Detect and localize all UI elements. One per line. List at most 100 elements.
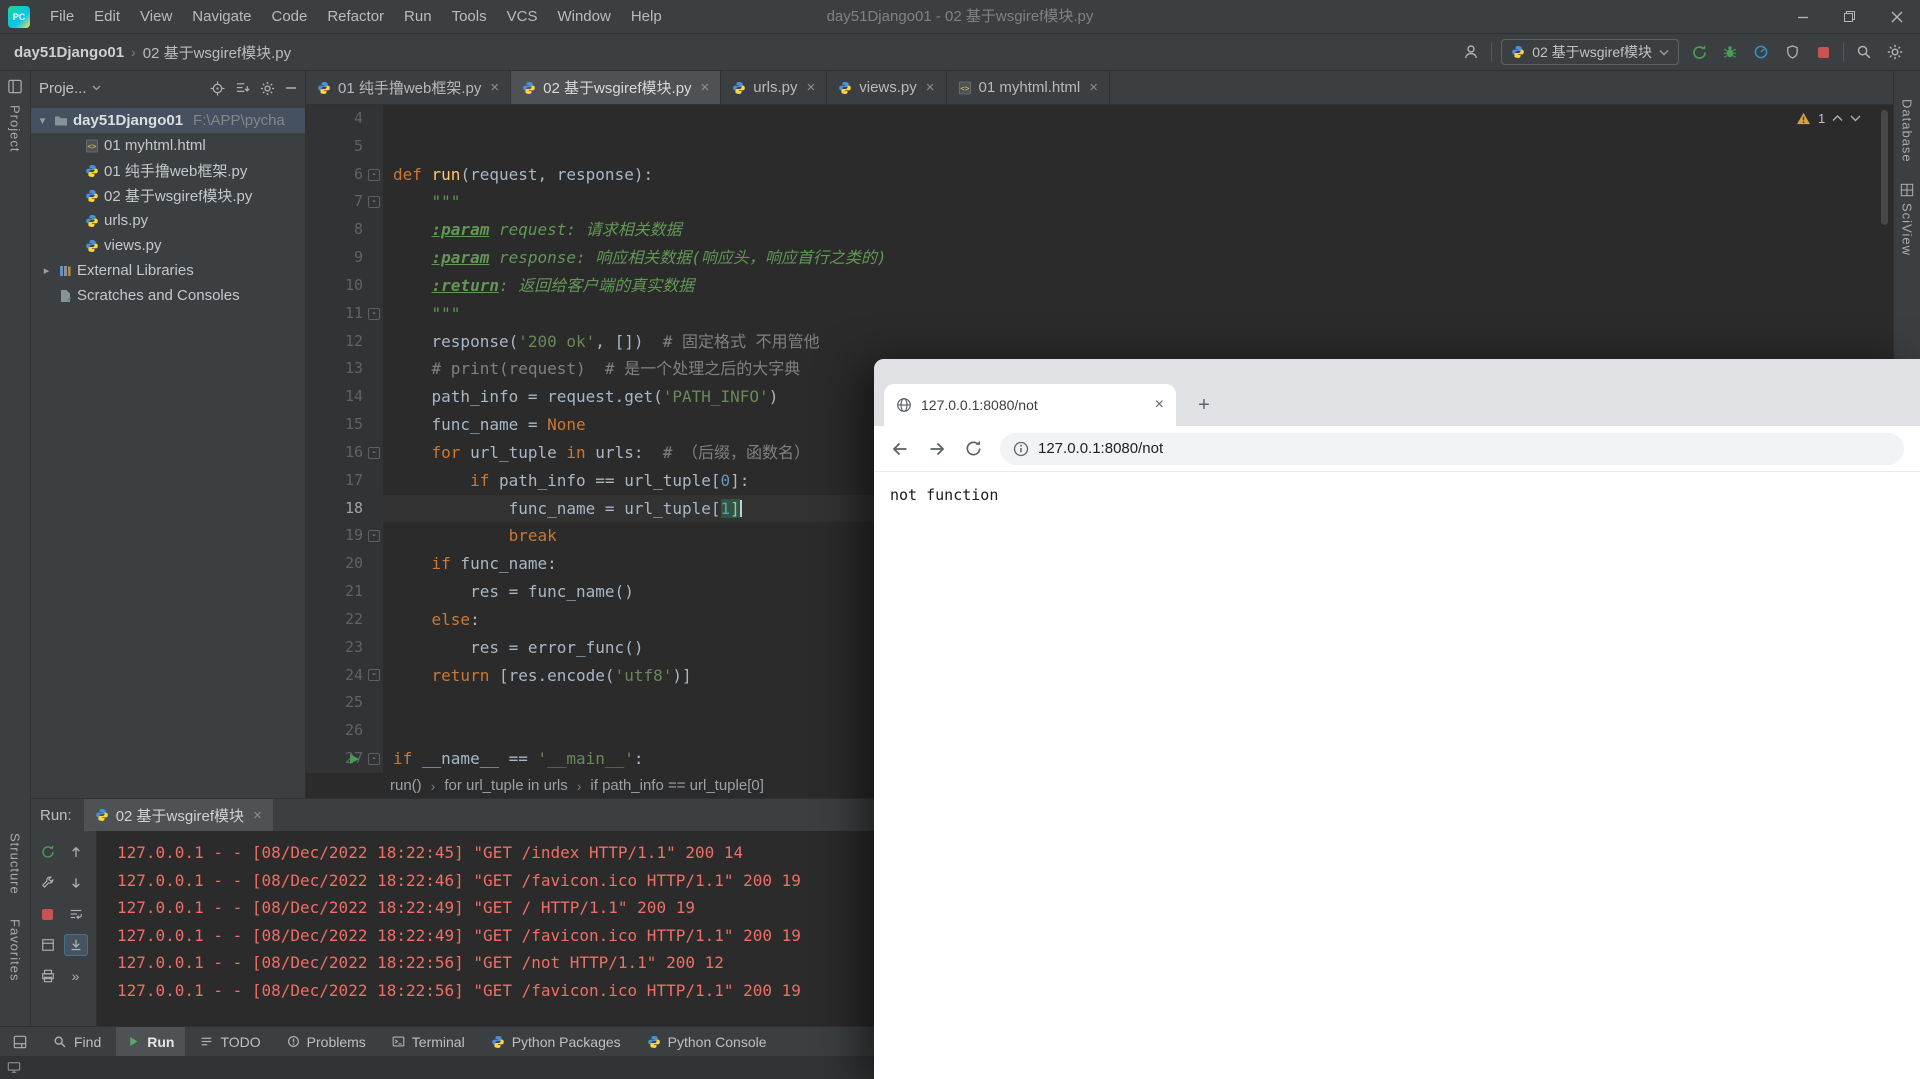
code-line[interactable]: 6 - def run(request, response): xyxy=(306,160,1893,189)
print-icon[interactable] xyxy=(36,965,60,987)
restore-layout-icon[interactable] xyxy=(36,934,60,956)
toolbar-button-terminal[interactable]: Terminal xyxy=(381,1027,476,1057)
scrollbar-thumb[interactable] xyxy=(1881,110,1888,225)
locate-file-icon[interactable] xyxy=(210,80,225,96)
menu-item-navigate[interactable]: Navigate xyxy=(182,0,261,33)
breadcrumb-scope[interactable]: if path_info == url_tuple[0] xyxy=(590,777,763,794)
sidebar-item-database[interactable]: Database xyxy=(1900,99,1915,163)
editor-tab[interactable]: views.py × xyxy=(827,71,947,104)
tree-item-file[interactable]: 01 纯手撸web框架.py xyxy=(31,158,305,183)
menu-item-window[interactable]: Window xyxy=(547,0,620,33)
menu-item-code[interactable]: Code xyxy=(261,0,317,33)
code-line[interactable]: 8 :param request: 请求相关数据 xyxy=(306,216,1893,245)
sidebar-item-sciview[interactable]: SciView xyxy=(1900,203,1915,256)
code-text[interactable]: :param request: 请求相关数据 xyxy=(383,216,1893,244)
minimize-button[interactable] xyxy=(1779,0,1826,34)
breadcrumb-scope[interactable]: run() xyxy=(390,777,422,794)
new-tab-button[interactable]: + xyxy=(1190,391,1218,419)
stop-icon[interactable] xyxy=(1812,41,1834,63)
editor-tab[interactable]: 01 纯手撸web框架.py × xyxy=(306,71,512,104)
tree-root[interactable]: ▾ day51Django01 F:\APP\pycha xyxy=(31,108,305,133)
editor-tab[interactable]: 02 基于wsgiref模块.py × xyxy=(511,71,722,104)
fold-icon[interactable]: - xyxy=(368,446,380,459)
run-tab[interactable]: 02 基于wsgiref模块 × xyxy=(83,799,273,831)
more-icon[interactable]: » xyxy=(64,965,88,987)
fold-icon[interactable]: - xyxy=(368,530,380,543)
code-line[interactable]: 7 - """ xyxy=(306,188,1893,217)
address-bar[interactable]: 127.0.0.1:8080/not xyxy=(1000,432,1904,465)
sciview-grid-icon[interactable] xyxy=(1900,183,1914,197)
project-tool-icon[interactable] xyxy=(8,79,23,94)
project-panel-title[interactable]: Proje... xyxy=(39,80,87,97)
toolbar-button-todo[interactable]: TODO xyxy=(189,1027,271,1057)
code-text[interactable]: :param response: 响应相关数据(响应头，响应首行之类的) xyxy=(383,244,1893,272)
toolbar-button-python-console[interactable]: Python Console xyxy=(636,1027,778,1057)
breadcrumb-project[interactable]: day51Django01 xyxy=(14,44,124,61)
screen-reader-icon[interactable] xyxy=(7,1061,21,1074)
tree-item-file[interactable]: views.py xyxy=(31,233,305,258)
code-text[interactable]: def run(request, response): xyxy=(383,161,1893,189)
menu-item-vcs[interactable]: VCS xyxy=(497,0,548,33)
tree-item-file[interactable]: <> 01 myhtml.html xyxy=(31,133,305,158)
user-icon[interactable] xyxy=(1460,41,1482,63)
code-text[interactable]: """ xyxy=(383,300,1893,328)
close-tab-icon[interactable]: × xyxy=(806,79,815,96)
menu-item-file[interactable]: File xyxy=(40,0,84,33)
menu-item-refactor[interactable]: Refactor xyxy=(317,0,394,33)
code-text[interactable] xyxy=(383,133,1893,161)
menu-item-tools[interactable]: Tools xyxy=(442,0,497,33)
close-tab-icon[interactable]: × xyxy=(701,79,710,96)
toolbar-button-python-packages[interactable]: Python Packages xyxy=(480,1027,632,1057)
down-arrow-icon[interactable] xyxy=(64,872,88,894)
run-line-icon[interactable] xyxy=(350,753,359,764)
code-line[interactable]: 4 xyxy=(306,105,1893,133)
sidebar-item-favorites[interactable]: Favorites xyxy=(8,919,23,981)
close-tab-icon[interactable]: × xyxy=(490,79,499,96)
code-line[interactable]: 10 :return: 返回给客户端的真实数据 xyxy=(306,271,1893,300)
close-tab-icon[interactable]: × xyxy=(926,79,935,96)
coverage-icon[interactable] xyxy=(1781,41,1803,63)
toolbar-button-find[interactable]: Find xyxy=(42,1027,112,1057)
close-tab-icon[interactable]: × xyxy=(1155,396,1164,414)
menu-item-edit[interactable]: Edit xyxy=(84,0,130,33)
sidebar-item-project[interactable]: Project xyxy=(8,105,23,152)
menu-item-help[interactable]: Help xyxy=(621,0,672,33)
code-line[interactable]: 5 xyxy=(306,132,1893,161)
fold-icon[interactable]: - xyxy=(368,669,380,682)
wrench-icon[interactable] xyxy=(36,872,60,894)
search-icon[interactable] xyxy=(1853,41,1875,63)
hide-panel-icon[interactable] xyxy=(285,82,297,94)
rerun-icon[interactable] xyxy=(1688,41,1710,63)
code-text[interactable] xyxy=(383,105,1893,133)
tree-item-node[interactable]: Scratches and Consoles xyxy=(31,283,305,308)
close-tab-icon[interactable]: × xyxy=(253,807,262,824)
breadcrumb-scope[interactable]: for url_tuple in urls xyxy=(444,777,567,794)
tree-item-file[interactable]: 02 基于wsgiref模块.py xyxy=(31,183,305,208)
tree-item-file[interactable]: urls.py xyxy=(31,208,305,233)
soft-wrap-icon[interactable] xyxy=(64,903,88,925)
up-arrow-icon[interactable] xyxy=(64,841,88,863)
debug-icon[interactable] xyxy=(1719,41,1741,63)
settings-gear-icon[interactable] xyxy=(1884,41,1906,63)
code-line[interactable]: 9 :param response: 响应相关数据(响应头，响应首行之类的) xyxy=(306,244,1893,272)
close-tab-icon[interactable]: × xyxy=(1089,79,1098,96)
toolbar-button-run[interactable]: Run xyxy=(116,1026,186,1057)
rerun-icon[interactable] xyxy=(36,841,60,863)
settings-gear-icon[interactable] xyxy=(260,81,275,96)
code-line[interactable]: 11 - """ xyxy=(306,299,1893,328)
close-button[interactable] xyxy=(1873,0,1920,34)
code-line[interactable]: 12 response('200 ok', []) # 固定格式 不用管他 xyxy=(306,327,1893,356)
code-text[interactable]: :return: 返回给客户端的真实数据 xyxy=(383,272,1893,300)
toolbar-button-problems[interactable]: Problems xyxy=(276,1027,377,1057)
breadcrumb-file[interactable]: 02 基于wsgiref模块.py xyxy=(143,42,291,63)
chevron-down-icon[interactable]: ▾ xyxy=(36,114,49,127)
stop-icon[interactable] xyxy=(36,903,60,925)
collapse-all-icon[interactable] xyxy=(235,81,250,96)
forward-icon[interactable] xyxy=(927,439,947,459)
fold-icon[interactable]: - xyxy=(368,307,380,320)
tool-windows-icon[interactable] xyxy=(8,1031,32,1053)
scroll-to-end-icon[interactable] xyxy=(63,934,88,956)
fold-icon[interactable]: - xyxy=(368,168,380,181)
sidebar-item-structure[interactable]: Structure xyxy=(8,833,23,895)
fold-icon[interactable]: - xyxy=(368,752,380,765)
